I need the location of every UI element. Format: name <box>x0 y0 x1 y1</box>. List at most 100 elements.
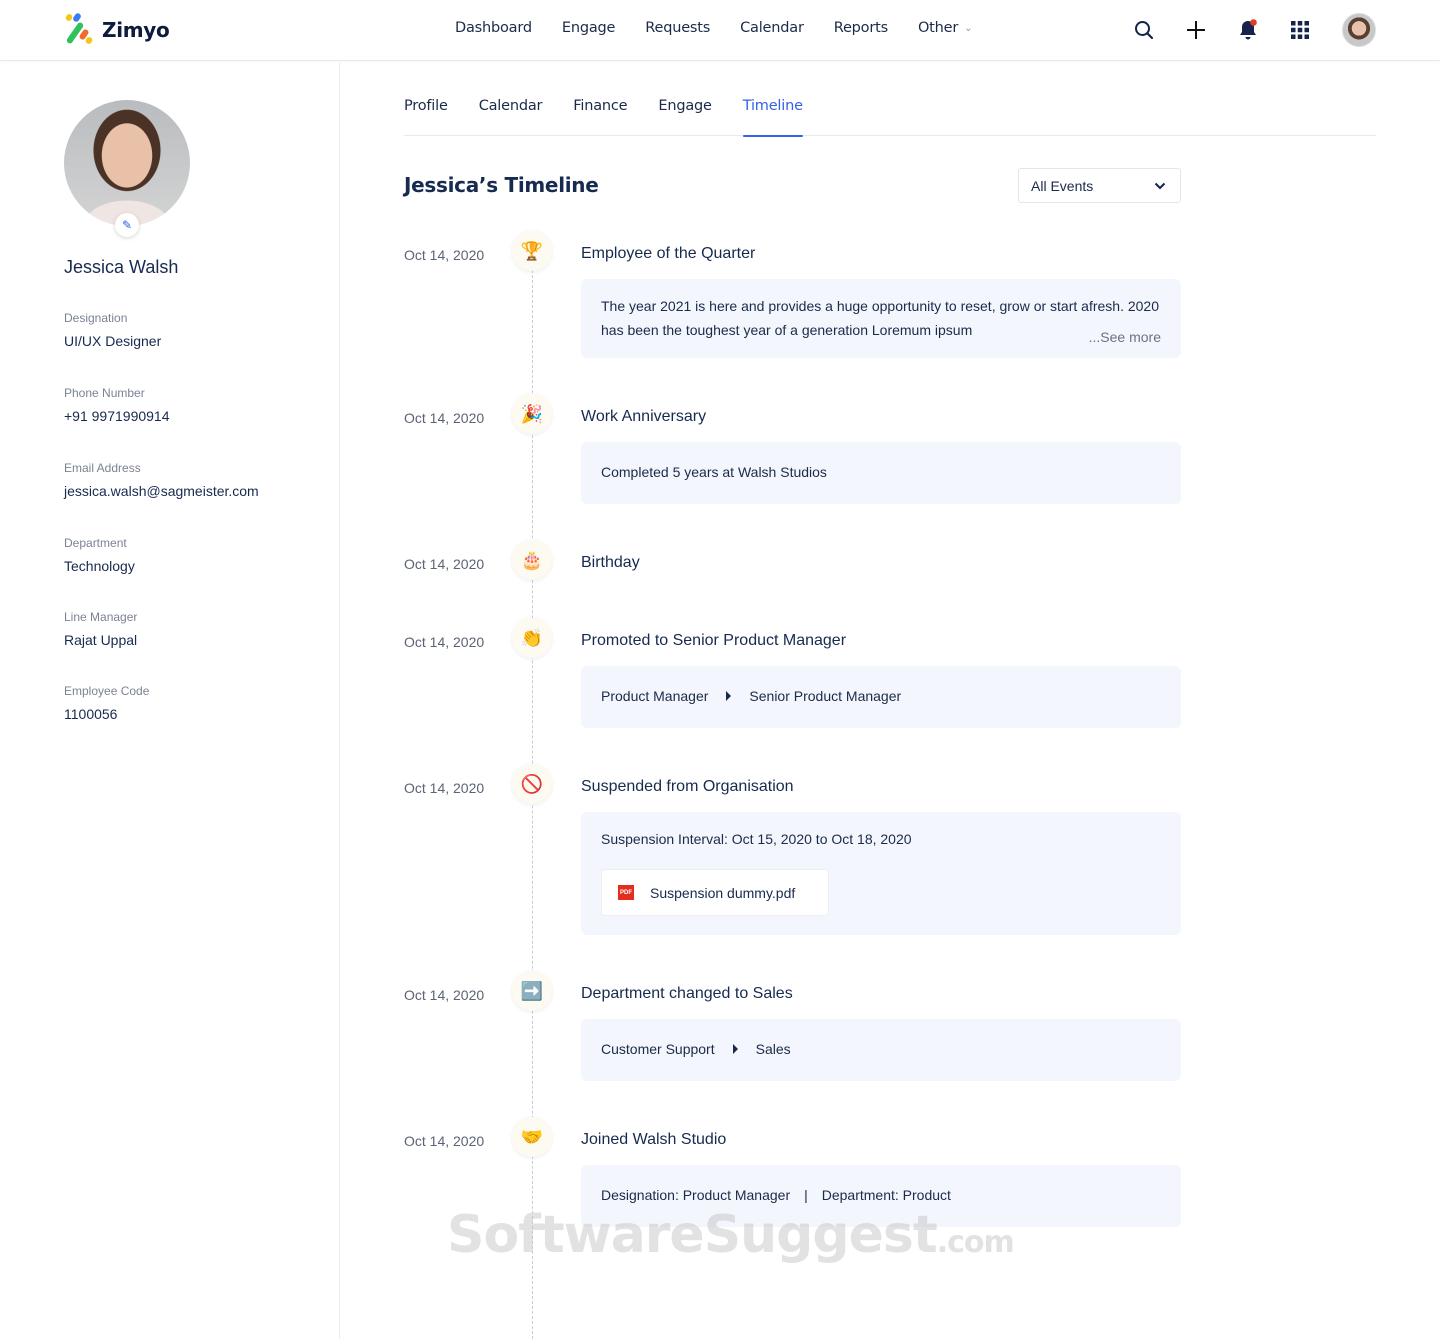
profile-name: Jessica Walsh <box>64 257 179 277</box>
field-line-manager: Line Manager Rajat Uppal <box>64 610 137 648</box>
nav-reports[interactable]: Reports <box>834 20 888 36</box>
join-department: Department: Product <box>821 1187 951 1203</box>
field-email: Email Address jessica.walsh@sagmeister.c… <box>64 461 259 499</box>
watermark-main: SoftwareSuggest <box>447 1205 938 1265</box>
event-filter-value: All Events <box>1031 177 1094 194</box>
nav-other-label: Other <box>917 20 959 36</box>
event-card: Suspension Interval: Oct 15, 2020 to Oct… <box>581 812 1181 935</box>
profile-sidebar: ✎ Jessica Walsh Designation UI/UX Design… <box>0 62 340 1339</box>
tab-profile[interactable]: Profile <box>404 98 448 136</box>
field-employee-code: Employee Code 1100056 <box>64 684 149 722</box>
user-avatar[interactable] <box>1342 13 1376 47</box>
department-change: Customer Support Sales <box>601 1041 791 1057</box>
event-title: Work Anniversary <box>581 408 707 425</box>
event-date: Oct 14, 2020 <box>404 556 485 572</box>
event-card: Customer Support Sales <box>581 1019 1181 1081</box>
join-designation: Designation: Product Manager <box>601 1187 791 1203</box>
see-more-link[interactable]: ...See more <box>1089 329 1161 345</box>
field-department: Department Technology <box>64 536 135 574</box>
event-date: Oct 14, 2020 <box>404 634 485 650</box>
tab-calendar[interactable]: Calendar <box>479 98 543 136</box>
nav-engage[interactable]: Engage <box>562 20 616 36</box>
plus-icon[interactable] <box>1186 20 1206 40</box>
clapping-hands-icon: 👏 <box>512 618 552 658</box>
logo[interactable]: Zimyo <box>64 12 170 46</box>
apps-grid-icon[interactable] <box>1290 20 1310 40</box>
event-body: Completed 5 years at Walsh Studios <box>601 464 827 480</box>
event-card: The year 2021 is here and provides a hug… <box>581 279 1181 358</box>
field-value: +91 9971990914 <box>64 408 170 424</box>
event-body: Suspension Interval: Oct 15, 2020 to Oct… <box>601 831 912 847</box>
field-label: Designation <box>64 311 128 325</box>
event-date: Oct 14, 2020 <box>404 410 485 426</box>
pencil-icon: ✎ <box>121 218 133 232</box>
timeline-title: Jessica’s Timeline <box>404 173 599 197</box>
handshake-icon: 🤝 <box>512 1117 552 1157</box>
top-navbar: Zimyo Dashboard Engage Requests Calendar… <box>0 0 1440 61</box>
nav-requests[interactable]: Requests <box>645 20 710 36</box>
right-arrow-icon: ➡️ <box>512 971 552 1011</box>
nav-other[interactable]: Other ⌄ <box>917 20 973 36</box>
event-title: Promoted to Senior Product Manager <box>581 632 847 649</box>
bell-icon[interactable] <box>1238 19 1258 40</box>
watermark: SoftwareSuggest.com <box>447 1205 1015 1265</box>
event-title: Suspended from Organisation <box>581 778 794 795</box>
event-body: The year 2021 is here and provides a hug… <box>601 298 1159 338</box>
field-value: UI/UX Designer <box>64 333 162 349</box>
from-role: Product Manager <box>601 688 709 704</box>
profile-photo <box>64 100 190 226</box>
tab-engage[interactable]: Engage <box>658 98 712 136</box>
from-department: Customer Support <box>601 1041 715 1057</box>
field-label: Email Address <box>64 461 141 475</box>
party-popper-icon: 🎉 <box>512 394 552 434</box>
attachment-name: Suspension dummy.pdf <box>650 884 796 901</box>
search-icon[interactable] <box>1134 20 1154 40</box>
tab-timeline[interactable]: Timeline <box>742 98 803 137</box>
event-filter-select[interactable]: All Events <box>1018 168 1181 203</box>
to-role: Senior Product Manager <box>749 688 902 704</box>
chevron-down-icon: ⌄ <box>964 22 973 34</box>
arrow-right-icon <box>726 691 732 701</box>
event-card: Product Manager Senior Product Manager <box>581 666 1181 728</box>
separator: | <box>804 1187 808 1203</box>
watermark-suffix: .com <box>936 1225 1015 1260</box>
promotion-change: Product Manager Senior Product Manager <box>601 688 901 704</box>
nav-calendar[interactable]: Calendar <box>740 20 804 36</box>
arrow-right-icon <box>732 1044 738 1054</box>
top-actions <box>1134 13 1376 47</box>
field-value: 1100056 <box>64 706 118 722</box>
pdf-file-icon: PDF <box>618 885 634 900</box>
to-department: Sales <box>755 1041 791 1057</box>
tab-finance[interactable]: Finance <box>573 98 627 136</box>
event-date: Oct 14, 2020 <box>404 247 485 263</box>
field-designation: Designation UI/UX Designer <box>64 311 161 349</box>
join-details: Designation: Product Manager | Departmen… <box>601 1187 951 1203</box>
field-phone: Phone Number +91 9971990914 <box>64 386 170 424</box>
main-nav: Dashboard Engage Requests Calendar Repor… <box>455 20 973 36</box>
event-card: Completed 5 years at Walsh Studios <box>581 442 1181 504</box>
event-date: Oct 14, 2020 <box>404 780 485 796</box>
field-value: Technology <box>64 558 135 574</box>
birthday-cake-icon: 🎂 <box>512 540 552 580</box>
app-name: Zimyo <box>102 18 170 42</box>
field-label: Phone Number <box>64 386 145 400</box>
event-title: Department changed to Sales <box>581 985 793 1002</box>
event-title: Employee of the Quarter <box>581 245 756 262</box>
field-label: Department <box>64 536 127 550</box>
field-label: Line Manager <box>64 610 138 624</box>
event-title: Joined Walsh Studio <box>581 1131 727 1148</box>
event-date: Oct 14, 2020 <box>404 1133 485 1149</box>
logo-mark-icon <box>64 12 94 46</box>
edit-photo-button[interactable]: ✎ <box>115 213 139 237</box>
profile-tabs: Profile Calendar Finance Engage Timeline <box>404 98 1376 137</box>
prohibited-icon: 🚫 <box>512 764 552 804</box>
event-date: Oct 14, 2020 <box>404 987 485 1003</box>
field-value: jessica.walsh@sagmeister.com <box>64 483 259 499</box>
nav-dashboard[interactable]: Dashboard <box>455 20 532 36</box>
event-title: Birthday <box>581 554 640 571</box>
trophy-icon: 🏆 <box>512 231 552 271</box>
attachment-pdf[interactable]: PDF Suspension dummy.pdf <box>601 869 829 916</box>
field-label: Employee Code <box>64 684 150 698</box>
field-value: Rajat Uppal <box>64 632 138 648</box>
chevron-down-icon <box>1154 182 1166 189</box>
